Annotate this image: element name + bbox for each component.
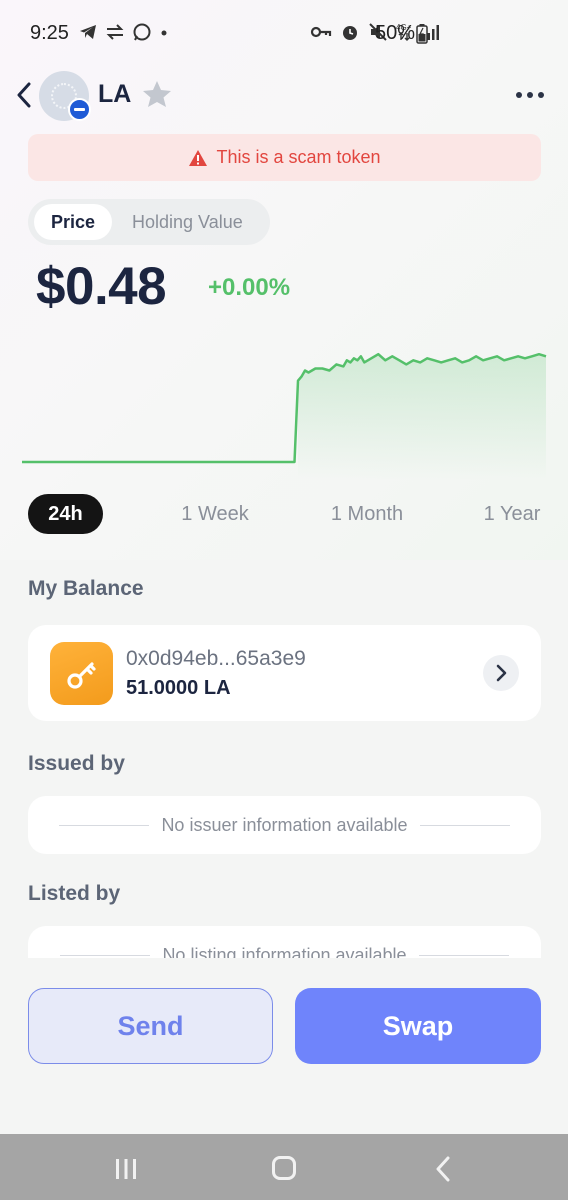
warning-triangle-icon <box>189 149 208 166</box>
toggle-holding-value[interactable]: Holding Value <box>132 204 243 240</box>
balance-card[interactable]: 0x0d94eb...65a3e9 51.0000 LA <box>28 625 541 721</box>
wallet-key-tile <box>50 642 113 705</box>
alarm-icon <box>343 26 357 40</box>
divider-line <box>59 824 150 826</box>
chevron-left-icon <box>17 82 31 108</box>
price-chart-area <box>298 354 546 480</box>
recent-apps-icon[interactable] <box>114 1158 138 1180</box>
range-tab-24h[interactable]: 24h <box>28 494 103 534</box>
toggle-price[interactable]: Price <box>34 204 112 240</box>
whatsapp-icon <box>133 23 151 41</box>
sync-icon <box>106 24 124 40</box>
listing-info-text: No listing information available <box>162 944 407 959</box>
divider-line <box>60 954 151 956</box>
price-mode-toggle: Price Holding Value <box>28 199 270 245</box>
my-balance-title: My Balance <box>28 577 144 600</box>
more-dot-icon <box>527 92 533 98</box>
issuer-info-card: No issuer information available <box>28 796 541 854</box>
price-change: +0.00% <box>208 274 291 301</box>
price-value: $0.48 <box>36 257 167 316</box>
listed-by-title: Listed by <box>28 882 121 905</box>
back-nav-icon[interactable] <box>434 1156 452 1182</box>
listing-info-card: No listing information available <box>28 926 541 958</box>
range-tab-1-week[interactable]: 1 Week <box>176 494 254 534</box>
scam-warning-banner: This is a scam token <box>28 134 541 181</box>
issued-by-title: Issued by <box>28 752 125 775</box>
token-header: LA <box>0 64 568 126</box>
notification-icons <box>78 22 170 42</box>
divider-line <box>419 824 510 826</box>
more-dot-icon <box>516 92 522 98</box>
scam-warning-text: This is a scam token <box>216 147 381 167</box>
status-bar: 9:25 4G+ 50% <box>0 0 568 64</box>
telegram-icon <box>80 25 96 39</box>
battery-icon <box>416 24 428 44</box>
divider-line <box>418 954 509 956</box>
key-icon <box>66 661 96 689</box>
range-tab-1-month[interactable]: 1 Month <box>322 494 412 534</box>
balance-amount: 51.0000 LA <box>126 677 231 699</box>
wallet-address: 0x0d94eb...65a3e9 <box>126 647 306 670</box>
token-title: LA <box>98 80 132 108</box>
issuer-info-text: No issuer information available <box>161 814 408 835</box>
scroll-clip-area: No listing information available <box>0 910 568 958</box>
swap-button[interactable]: Swap <box>295 988 541 1064</box>
range-tab-1-year[interactable]: 1 Year <box>478 494 546 534</box>
vpn-key-icon <box>310 26 332 38</box>
more-dot-icon <box>538 92 544 98</box>
price-chart <box>22 352 547 480</box>
dot-icon <box>161 30 167 36</box>
chevron-right-icon <box>496 664 507 682</box>
favorite-star-icon[interactable] <box>142 80 172 108</box>
send-button[interactable]: Send <box>28 988 273 1064</box>
balance-detail-button[interactable] <box>483 655 519 691</box>
status-time: 9:25 <box>30 22 69 44</box>
system-navigation-bar <box>0 1134 568 1200</box>
battery-percentage: 50% <box>375 22 416 44</box>
home-icon[interactable] <box>272 1156 296 1180</box>
back-button[interactable] <box>12 78 36 112</box>
more-options-button[interactable] <box>516 92 544 98</box>
network-badge-icon <box>68 98 91 121</box>
